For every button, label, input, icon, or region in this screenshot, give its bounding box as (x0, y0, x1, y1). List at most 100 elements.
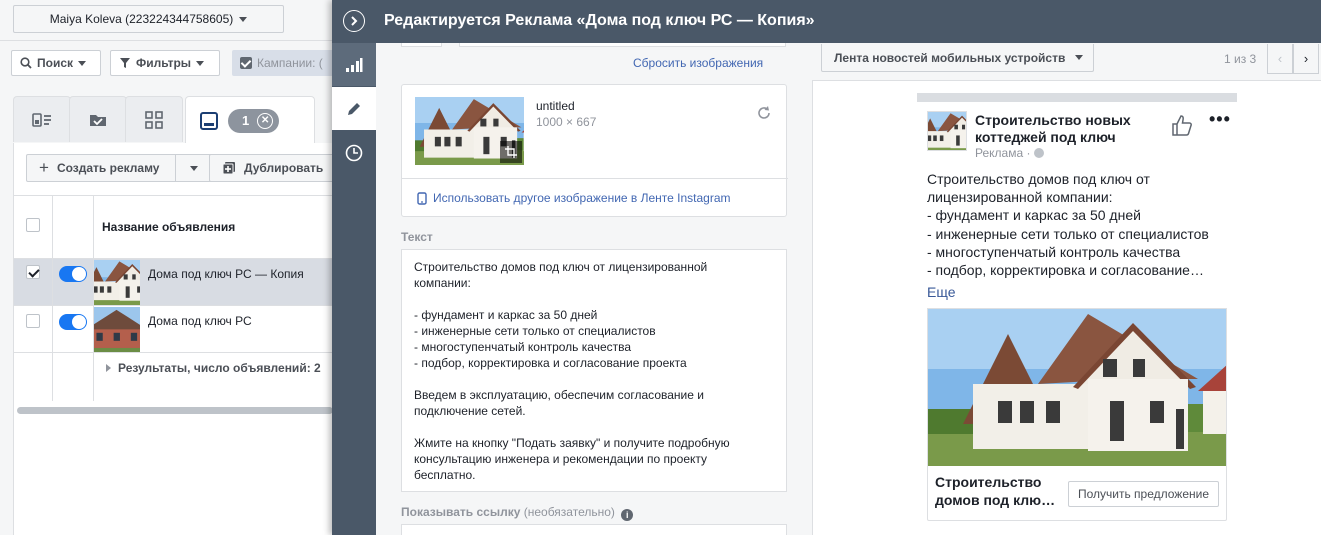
ad-name[interactable]: Дома под ключ РС — Копия (148, 267, 304, 281)
more-dots-icon[interactable]: ••• (1209, 109, 1231, 130)
chevron-down-icon (1075, 55, 1084, 60)
page-name[interactable]: Строительство новых коттеджей под ключ (975, 112, 1165, 146)
info-icon[interactable]: i (621, 509, 634, 521)
refresh-icon[interactable] (756, 105, 772, 121)
format-tabs (401, 43, 786, 47)
text-label: Текст (401, 230, 433, 244)
row-checkbox[interactable] (26, 265, 40, 279)
image-name: untitled (536, 99, 575, 113)
editor-header: Редактируется Реклама «Дома под ключ РС … (332, 0, 1321, 43)
image-dimensions: 1000 × 667 (536, 115, 597, 129)
tab-ads[interactable]: 1 ✕ (185, 96, 315, 144)
results-summary[interactable]: Результаты, число объявлений: 2 (106, 361, 321, 375)
rail-history[interactable] (332, 131, 376, 174)
table-row[interactable]: Дома под ключ РС (14, 306, 332, 353)
chevron-right-icon: › (1303, 51, 1309, 66)
selected-count: 1 (242, 113, 250, 128)
create-ad-label: Создать рекламу (56, 161, 160, 175)
ad-name[interactable]: Дома под ключ РС (148, 314, 252, 328)
clock-icon (345, 144, 363, 161)
pencil-icon (348, 102, 360, 115)
cta-button[interactable]: Получить предложение (1068, 481, 1219, 507)
tab-adsets[interactable] (69, 96, 127, 142)
horizontal-scrollbar[interactable] (17, 407, 332, 414)
create-ad-button[interactable]: + Создать рекламу (26, 154, 213, 182)
column-header-name[interactable]: Название объявления (102, 220, 235, 234)
instagram-link-label: Использовать другое изображение в Ленте … (433, 191, 731, 205)
divider (0, 40, 332, 41)
sponsored-text: Реклама · (975, 146, 1031, 160)
instagram-image-link[interactable]: Использовать другое изображение в Ленте … (417, 191, 731, 205)
primary-text-value: Строительство домов под ключ от лицензир… (414, 260, 730, 482)
folder-check-icon (90, 114, 106, 126)
edit-ad-panel: Редактируется Реклама «Дома под ключ РС … (332, 0, 1321, 535)
table-row[interactable]: Дома под ключ РС — Копия (14, 259, 332, 306)
show-link-label-text: Показывать ссылку (401, 505, 521, 519)
checkbox-icon (240, 57, 252, 69)
see-more-link[interactable]: Еще (927, 284, 956, 300)
search-label: Поиск (37, 56, 74, 70)
create-ad-main[interactable]: + Создать рекламу (27, 158, 175, 178)
crop-icon[interactable] (500, 141, 522, 163)
sponsored-label: Реклама · (975, 146, 1045, 160)
tab-grid[interactable] (125, 96, 183, 142)
format-tab[interactable] (401, 43, 442, 47)
search-button[interactable]: Поиск (11, 50, 101, 76)
show-link-input[interactable] (401, 524, 787, 535)
globe-icon (1034, 148, 1045, 158)
divider (402, 178, 788, 179)
chevron-down-icon (196, 60, 205, 66)
row-checkbox[interactable] (26, 314, 40, 328)
campaigns-icon (32, 112, 51, 127)
ad-headline: Строительство домов под клю… (935, 474, 1056, 508)
selected-count-pill[interactable]: 1 ✕ (228, 108, 280, 133)
ad-thumbnail (93, 307, 140, 352)
select-all-checkbox[interactable] (26, 218, 40, 232)
page-avatar (927, 111, 967, 151)
filters-label: Фильтры (136, 56, 192, 70)
rail-performance[interactable] (332, 43, 376, 86)
tab-campaigns[interactable] (13, 96, 71, 142)
search-icon (20, 57, 32, 69)
chevron-right-icon (106, 364, 111, 372)
prev-preview-button[interactable]: ‹ (1267, 44, 1293, 74)
primary-text-input[interactable]: Строительство домов под ключ от лицензир… (401, 249, 787, 492)
active-toggle[interactable] (59, 314, 87, 330)
reset-images-link[interactable]: Сбросить изображения (633, 56, 763, 70)
ad-icon (200, 111, 218, 130)
account-name: Maiya Koleva (223224344758605) (49, 12, 234, 26)
grid-icon (145, 110, 163, 129)
campaigns-chip-label: Кампании: ( (257, 56, 323, 70)
ad-link-card[interactable]: Строительство домов под клю… Получить пр… (927, 308, 1227, 521)
filters-button[interactable]: Фильтры (110, 50, 220, 76)
mobile-icon (417, 191, 427, 205)
active-toggle[interactable] (59, 266, 87, 282)
divider (93, 195, 94, 401)
collapse-button[interactable] (343, 10, 365, 32)
filter-icon (120, 58, 130, 68)
duplicate-button[interactable]: Дублировать (209, 154, 332, 182)
format-tab[interactable] (459, 43, 786, 47)
divider (52, 195, 53, 401)
account-selector[interactable]: Maiya Koleva (223224344758605) (13, 5, 284, 33)
plus-icon: + (39, 158, 49, 177)
ad-thumbnail (93, 260, 140, 305)
like-icon[interactable] (1170, 113, 1194, 137)
ads-table-panel: + Создать рекламу Дублировать Название о… (13, 143, 332, 535)
table-header: Название объявления (14, 195, 332, 259)
feed-topbar (917, 93, 1237, 102)
create-ad-dropdown[interactable] (176, 165, 212, 171)
ads-manager-background: Maiya Koleva (223224344758605) Поиск Фил… (0, 0, 332, 535)
show-link-label: Показывать ссылку (необязательно) i (401, 505, 634, 521)
campaigns-filter-chip[interactable]: Кампании: ( (232, 50, 332, 76)
next-preview-button[interactable]: › (1293, 44, 1319, 74)
chevron-down-icon (78, 60, 87, 66)
editor-title: Редактируется Реклама «Дома под ключ РС … (384, 12, 815, 29)
image-thumbnail[interactable] (415, 97, 524, 165)
bar-chart-icon (346, 57, 363, 72)
image-card: untitled 1000 × 667 Использовать другое … (401, 84, 788, 217)
close-icon[interactable]: ✕ (257, 112, 274, 129)
level-tabs: 1 ✕ (13, 96, 332, 144)
rail-edit[interactable] (332, 87, 376, 130)
placement-dropdown[interactable]: Лента новостей мобильных устройств (821, 44, 1094, 72)
